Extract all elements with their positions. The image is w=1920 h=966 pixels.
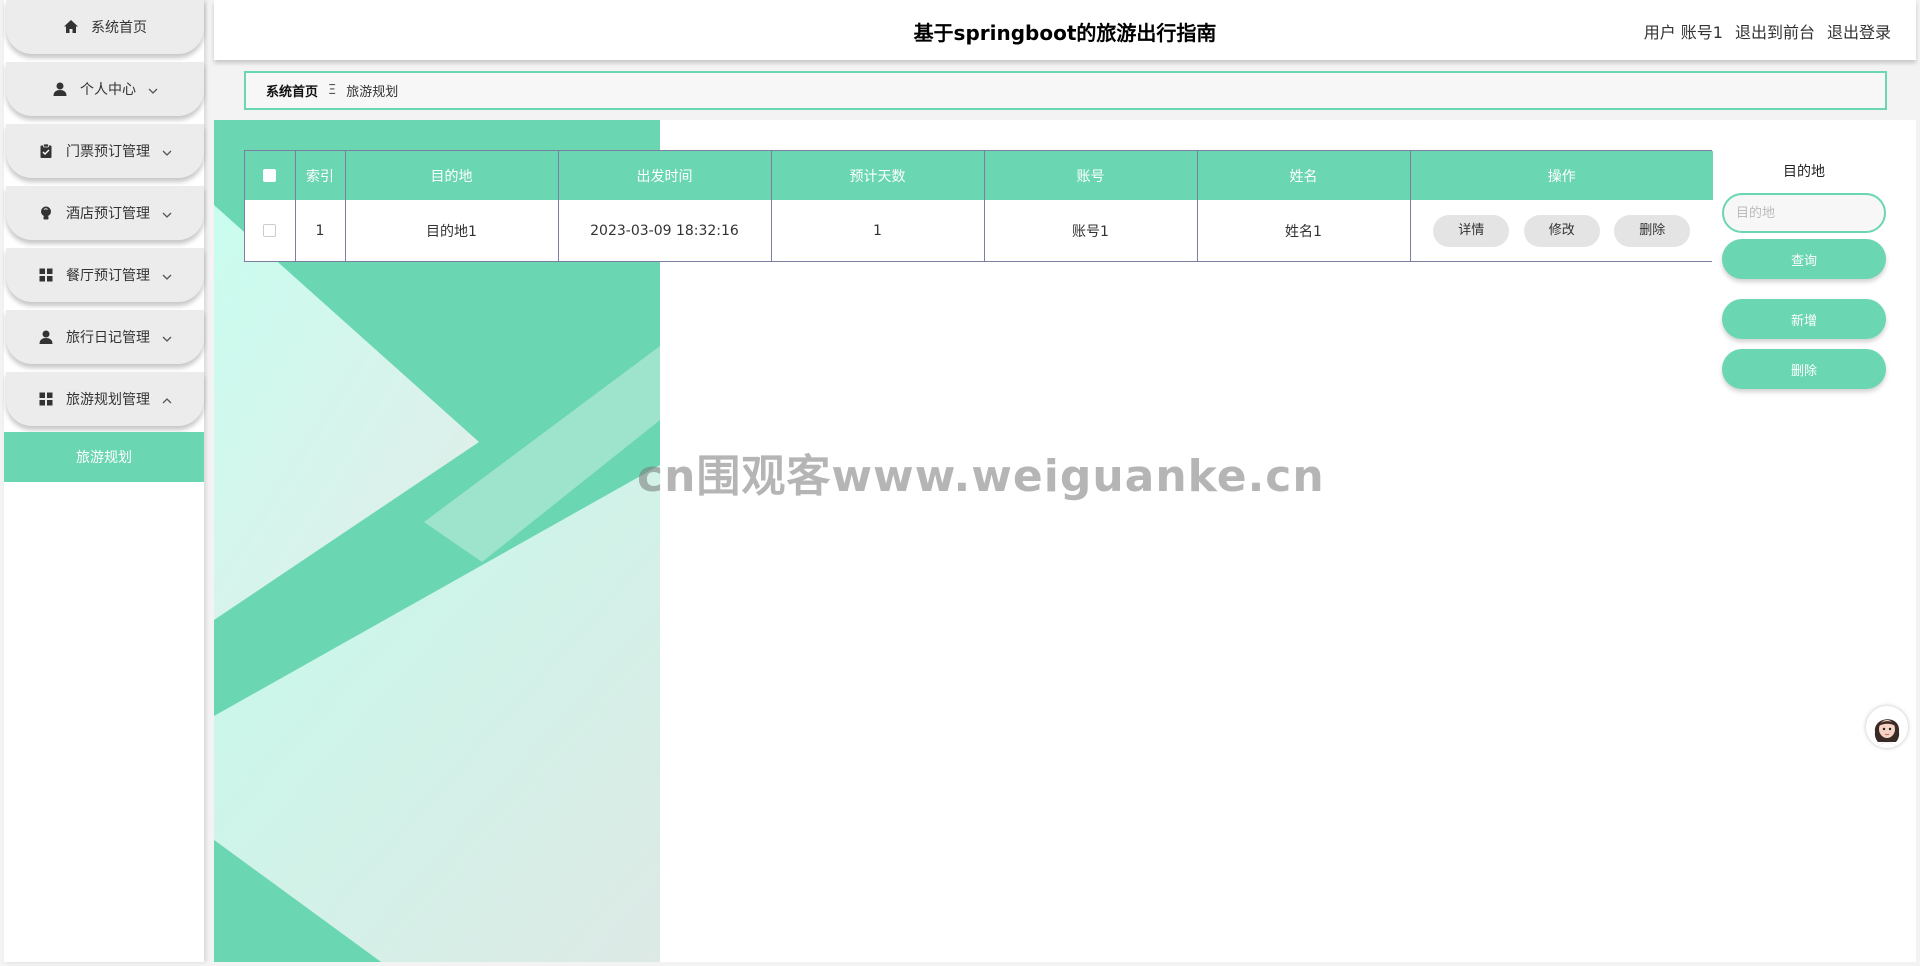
grid-icon bbox=[38, 391, 54, 407]
cell-days: 1 bbox=[771, 200, 985, 261]
grid-icon bbox=[38, 267, 54, 283]
destination-search-input[interactable] bbox=[1722, 193, 1886, 233]
sidebar-item-label: 餐厅预订管理 bbox=[66, 268, 150, 284]
detail-button[interactable]: 详情 bbox=[1433, 214, 1510, 247]
row-checkbox[interactable] bbox=[263, 224, 277, 237]
cell-destination: 目的地1 bbox=[345, 200, 559, 261]
sidebar-item-ticket[interactable]: 门票预订管理 bbox=[6, 124, 204, 178]
user-label: 用户 账号1 bbox=[1643, 23, 1723, 42]
sidebar-item-plan[interactable]: 旅游规划管理 bbox=[6, 372, 204, 426]
query-button[interactable]: 查询 bbox=[1722, 239, 1886, 279]
column-header: 索引 bbox=[295, 151, 346, 200]
sidebar-item-label: 旅行日记管理 bbox=[66, 330, 150, 346]
batch-delete-button[interactable]: 删除 bbox=[1722, 349, 1886, 389]
cell-departure-time: 2023-03-09 18:32:16 bbox=[558, 200, 772, 261]
column-header: 姓名 bbox=[1197, 151, 1411, 200]
search-panel: 目的地 查询 新增 删除 bbox=[1722, 150, 1886, 389]
sidebar-item-label: 门票预订管理 bbox=[66, 144, 150, 160]
add-button[interactable]: 新增 bbox=[1722, 299, 1886, 339]
select-all-checkbox[interactable] bbox=[263, 169, 277, 182]
breadcrumb-current: 旅游规划 bbox=[346, 85, 399, 100]
sidebar-item-label: 个人中心 bbox=[80, 82, 136, 98]
column-header: 目的地 bbox=[345, 151, 559, 200]
sidebar-item-label: 系统首页 bbox=[91, 20, 147, 36]
header-links: 用户 账号1 退出到前台 退出登录 bbox=[1644, 19, 1891, 43]
chevron-up-icon bbox=[162, 394, 172, 404]
sidebar-subitem-plan[interactable]: 旅游规划 bbox=[4, 432, 204, 482]
column-header: 账号 bbox=[984, 151, 1198, 200]
select-all-header[interactable] bbox=[245, 151, 296, 200]
top-header: 基于springboot的旅游出行指南 用户 账号1 退出到前台 退出登录 bbox=[214, 0, 1916, 60]
column-header: 预计天数 bbox=[771, 151, 985, 200]
sidebar-item-home[interactable]: 系统首页 bbox=[6, 0, 204, 54]
delete-row-button[interactable]: 删除 bbox=[1614, 214, 1691, 247]
sidebar-item-diary[interactable]: 旅行日记管理 bbox=[6, 310, 204, 364]
data-table: 索引 目的地 出发时间 预计天数 账号 姓名 操作 1 目的地1 2023-03… bbox=[244, 150, 1713, 262]
sidebar-item-restaurant[interactable]: 餐厅预订管理 bbox=[6, 248, 204, 302]
cell-name: 姓名1 bbox=[1197, 200, 1411, 261]
logout-link[interactable]: 退出登录 bbox=[1827, 19, 1891, 43]
assistant-avatar[interactable] bbox=[1866, 706, 1908, 748]
sidebar-item-label: 旅游规划管理 bbox=[66, 392, 150, 408]
sidebar-item-label: 酒店预订管理 bbox=[66, 206, 150, 222]
chevron-down-icon bbox=[148, 84, 158, 94]
cell-account: 账号1 bbox=[984, 200, 1198, 261]
cell-index: 1 bbox=[295, 200, 346, 261]
chevron-down-icon bbox=[162, 270, 172, 280]
table-header-row: 索引 目的地 出发时间 预计天数 账号 姓名 操作 bbox=[245, 151, 1713, 200]
chevron-down-icon bbox=[162, 332, 172, 342]
avatar-icon bbox=[1866, 706, 1908, 748]
breadcrumb-separator: Ξ bbox=[328, 83, 337, 98]
user-icon bbox=[38, 329, 54, 345]
breadcrumb-home[interactable]: 系统首页 bbox=[266, 81, 318, 100]
edit-button[interactable]: 修改 bbox=[1523, 214, 1600, 247]
to-front-link[interactable]: 退出到前台 bbox=[1735, 19, 1815, 43]
sidebar-item-hotel[interactable]: 酒店预订管理 bbox=[6, 186, 204, 240]
column-header: 操作 bbox=[1410, 151, 1713, 200]
clipboard-icon bbox=[38, 143, 54, 159]
home-icon bbox=[63, 19, 79, 35]
chevron-down-icon bbox=[162, 146, 172, 156]
user-icon bbox=[52, 81, 68, 97]
sidebar-item-profile[interactable]: 个人中心 bbox=[6, 62, 204, 116]
table-row: 1 目的地1 2023-03-09 18:32:16 1 账号1 姓名1 详情 … bbox=[245, 200, 1713, 261]
bulb-icon bbox=[38, 205, 54, 221]
sidebar: 系统首页 个人中心 门票预订管理 酒店预订管理 餐厅预订管理 旅行日记管理 旅游… bbox=[4, 0, 204, 962]
search-label: 目的地 bbox=[1783, 164, 1825, 180]
row-select-cell[interactable] bbox=[245, 200, 296, 261]
chevron-down-icon bbox=[162, 208, 172, 218]
watermark: cn围观客www.weiguanke.cn bbox=[637, 451, 1325, 502]
breadcrumb: 系统首页 Ξ 旅游规划 bbox=[244, 71, 1887, 110]
column-header: 出发时间 bbox=[558, 151, 772, 200]
cell-operations: 详情 修改 删除 bbox=[1410, 200, 1713, 261]
